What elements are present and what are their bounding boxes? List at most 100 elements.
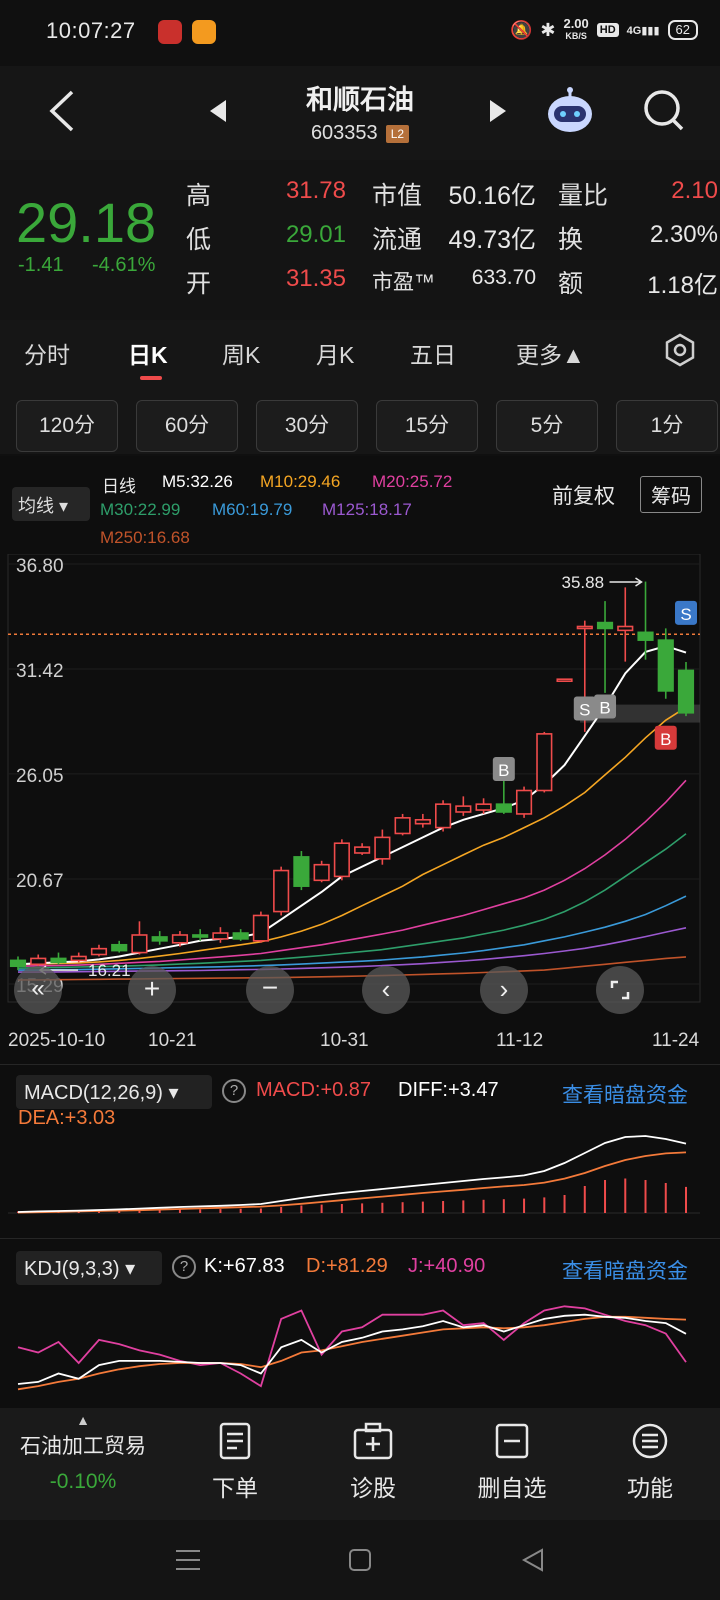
- macd-indicator-dropdown[interactable]: MACD(12,26,9) ▾: [16, 1075, 212, 1109]
- tab-more[interactable]: 更多▲: [516, 336, 585, 370]
- candle-body: [273, 869, 290, 913]
- x-label-4: 11-12: [496, 1030, 544, 1051]
- volume-ratio-value: 2.10: [671, 177, 718, 204]
- kdj-chart: [17, 1305, 687, 1391]
- min-price-label: 16.21: [88, 961, 131, 980]
- min-15-button[interactable]: 15分: [376, 400, 478, 452]
- stock-header: 和顺石油 603353 L2: [0, 66, 720, 160]
- status-icons: 🔕 ✱ 2.00 KB/S HD 4G▮▮▮ 62: [510, 16, 698, 42]
- ma-line-m60: [18, 895, 687, 971]
- remove-watchlist-button[interactable]: 删自选: [452, 1422, 572, 1503]
- candle-body: [232, 932, 249, 940]
- diagnose-button[interactable]: 诊股: [313, 1422, 433, 1503]
- signal-icon: 4G▮▮▮: [626, 24, 660, 37]
- diff-value: DIFF:+3.47: [398, 1079, 499, 1101]
- min-1-button[interactable]: 1分: [616, 400, 718, 452]
- y-tick-label: 31.42: [16, 661, 64, 682]
- y-tick-label: 36.80: [16, 556, 64, 577]
- chart-frame: [7, 554, 701, 1003]
- ma-line-m10: [17, 706, 687, 966]
- sector-name: 石油加工贸易: [20, 1435, 146, 1458]
- open-label: 开: [186, 270, 212, 298]
- stock-name: 和顺石油: [306, 85, 414, 115]
- kdj-indicator-dropdown[interactable]: KDJ(9,3,3) ▾: [16, 1251, 162, 1285]
- net-speed: 2.00 KB/S: [563, 16, 589, 41]
- float-cap-label: 流通: [372, 226, 423, 254]
- candle-body: [576, 625, 593, 630]
- min-5-button[interactable]: 5分: [496, 400, 598, 452]
- stock-code-row: 603353 L2: [0, 122, 720, 145]
- scroll-right-icon[interactable]: ›: [480, 966, 528, 1014]
- zoom-in-icon[interactable]: +: [128, 966, 176, 1014]
- robot-assistant-icon[interactable]: [544, 86, 596, 136]
- candle-body: [9, 959, 27, 968]
- candle-body: [333, 842, 350, 878]
- functions-label: 功能: [627, 1475, 673, 1501]
- trade-marker-label: B: [599, 699, 610, 718]
- zoom-out-icon[interactable]: −: [246, 966, 294, 1014]
- remove-watchlist-label: 删自选: [477, 1475, 547, 1501]
- help-icon[interactable]: ?: [222, 1079, 246, 1103]
- k-line: [17, 1313, 687, 1385]
- tab-monthly-k[interactable]: 月K: [316, 336, 354, 370]
- candle-body: [596, 621, 614, 630]
- ma-line-m20: [17, 779, 687, 967]
- dark-pool-link[interactable]: 查看暗盘资金: [562, 1079, 688, 1109]
- trade-marker-label: B: [660, 730, 671, 749]
- ma-line-m5: [17, 644, 687, 966]
- rewind-icon[interactable]: «: [14, 966, 62, 1014]
- home-icon[interactable]: [348, 1548, 372, 1572]
- order-button[interactable]: 下单: [175, 1422, 295, 1503]
- search-icon[interactable]: [642, 88, 686, 134]
- next-stock-icon[interactable]: [488, 98, 508, 124]
- tab-daily-k[interactable]: 日K: [128, 336, 168, 370]
- candle-body: [90, 947, 108, 956]
- candle-body: [293, 856, 310, 887]
- candle-body: [50, 957, 67, 964]
- candle-body: [515, 789, 533, 815]
- notification-app-icon: [158, 20, 182, 44]
- tab-weekly-k[interactable]: 周K: [222, 336, 260, 370]
- ma-label: 日线: [102, 477, 136, 496]
- min-60-button[interactable]: 60分: [136, 400, 238, 452]
- current-price: 29.18: [16, 191, 157, 254]
- ma-m20: M20:25.72: [372, 472, 453, 491]
- help-icon[interactable]: ?: [172, 1255, 196, 1279]
- kline-chart[interactable]: 36.8031.4226.0520.6715.29BSBSB35.8816.21: [0, 554, 720, 1024]
- quote-panel: 29.18 -1.41 -4.61% 高 低 开 31.78 29.01 31.…: [0, 160, 720, 320]
- d-value: D:+81.29: [306, 1255, 388, 1277]
- candle-body: [313, 863, 330, 882]
- tab-intraday[interactable]: 分时: [24, 336, 70, 370]
- fullscreen-icon[interactable]: [596, 966, 644, 1014]
- status-time: 10:07:27: [46, 18, 136, 43]
- tab-five-day[interactable]: 五日: [410, 336, 456, 370]
- trade-marker-label: S: [579, 700, 590, 719]
- settings-hexagon-icon[interactable]: [662, 332, 698, 368]
- low-value: 29.01: [285, 221, 346, 248]
- y-tick-label: 26.05: [16, 766, 64, 787]
- candle-body: [374, 836, 391, 860]
- scroll-left-icon[interactable]: ‹: [362, 966, 410, 1014]
- high-value: 31.78: [285, 177, 346, 204]
- back-nav-icon[interactable]: [520, 1548, 544, 1572]
- hd-icon: HD: [596, 23, 619, 37]
- low-label: 低: [186, 226, 212, 254]
- ma-m60: M60:19.79: [212, 500, 293, 519]
- turnover-label: 换: [558, 226, 584, 254]
- recent-apps-icon[interactable]: [174, 1548, 202, 1572]
- ma-toggle-dropdown[interactable]: 均线 ▾: [12, 487, 90, 521]
- chips-button[interactable]: 筹码: [640, 476, 702, 513]
- amount-label: 额: [558, 270, 584, 298]
- dark-pool-link[interactable]: 查看暗盘资金: [562, 1255, 688, 1285]
- functions-button[interactable]: 功能: [590, 1422, 710, 1503]
- video-app-icon: [192, 20, 216, 44]
- candle-body: [435, 803, 452, 829]
- sector-info[interactable]: ▲ 石油加工贸易 -0.10%: [0, 1412, 166, 1494]
- min-120-button[interactable]: 120分: [16, 400, 118, 452]
- candle-body: [171, 934, 189, 944]
- remove-icon: [495, 1423, 529, 1459]
- min-30-button[interactable]: 30分: [256, 400, 358, 452]
- adjust-mode[interactable]: 前复权: [552, 480, 615, 510]
- status-bar: 10:07:27 🔕 ✱ 2.00 KB/S HD 4G▮▮▮ 62: [0, 0, 720, 66]
- order-icon: [219, 1422, 251, 1460]
